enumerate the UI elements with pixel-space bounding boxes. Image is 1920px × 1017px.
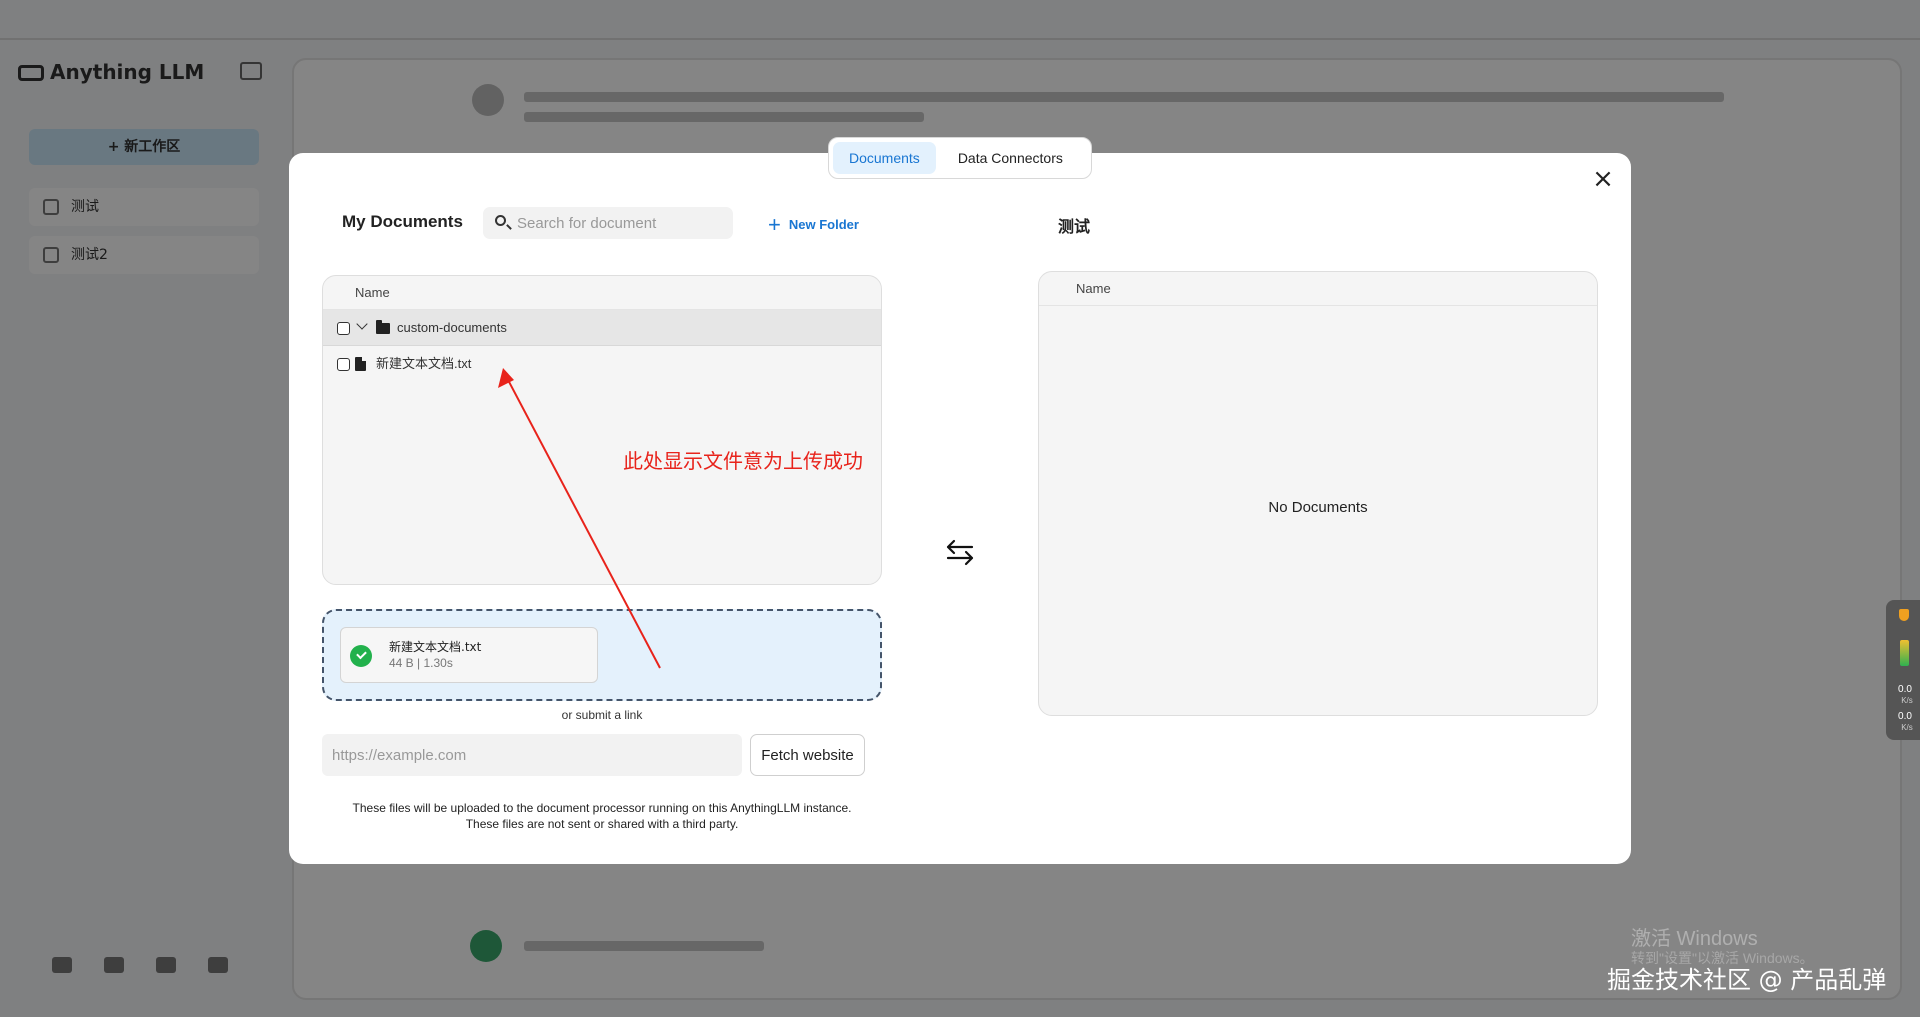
plus-icon: + xyxy=(768,212,781,237)
row-checkbox[interactable] xyxy=(337,358,350,371)
url-input[interactable] xyxy=(322,734,742,776)
disclaimer-line: These files are not sent or shared with … xyxy=(465,817,739,831)
empty-state: No Documents xyxy=(1268,499,1368,516)
workspace-documents-table: Name No Documents xyxy=(1038,271,1598,716)
chevron-down-icon[interactable] xyxy=(356,318,368,330)
file-label: 新建文本文档.txt xyxy=(376,356,472,371)
modal-tabs: Documents Data Connectors xyxy=(828,137,1092,179)
my-documents-title: My Documents xyxy=(342,212,463,231)
submit-link-label: or submit a link xyxy=(561,708,643,722)
folder-icon xyxy=(376,320,390,334)
move-arrows-icon[interactable] xyxy=(944,536,976,568)
uploaded-file-name: 新建文本文档.txt xyxy=(389,640,482,654)
shield-icon xyxy=(1899,609,1909,621)
workspace-title: 测试 xyxy=(1058,217,1091,236)
search-input[interactable] xyxy=(517,207,727,239)
new-folder-button[interactable]: + New Folder xyxy=(768,212,859,238)
net-down-value: 0.0 xyxy=(1898,711,1912,722)
my-documents-table: Name custom-documents 新建文本文档.txt xyxy=(322,275,882,585)
windows-watermark: 激活 Windows xyxy=(1631,928,1758,950)
close-icon[interactable]: × xyxy=(1590,166,1616,192)
net-up-value: 0.0 xyxy=(1898,684,1912,695)
meter-bar xyxy=(1900,640,1909,666)
file-icon xyxy=(355,357,366,371)
document-search xyxy=(483,207,733,239)
disclaimer-line: These files will be uploaded to the docu… xyxy=(352,801,852,815)
network-speed-widget[interactable]: 0.0 K/s 0.0 K/s xyxy=(1886,600,1920,740)
folder-label: custom-documents xyxy=(397,320,507,335)
upload-disclaimer: These files will be uploaded to the docu… xyxy=(322,800,882,832)
column-header-name: Name xyxy=(323,276,881,310)
column-header-name: Name xyxy=(1039,272,1597,306)
check-circle-icon xyxy=(350,645,372,667)
search-icon xyxy=(495,215,506,226)
uploaded-file-meta: 44 B | 1.30s xyxy=(389,656,453,670)
net-down-unit: K/s xyxy=(1901,723,1913,732)
fetch-website-button[interactable]: Fetch website xyxy=(750,734,865,776)
uploaded-file-card: 新建文本文档.txt 44 B | 1.30s xyxy=(340,627,598,683)
row-checkbox[interactable] xyxy=(337,322,350,335)
tab-data-connectors[interactable]: Data Connectors xyxy=(942,142,1079,174)
tab-documents[interactable]: Documents xyxy=(833,142,936,174)
file-row[interactable]: 新建文本文档.txt xyxy=(323,346,881,382)
folder-row[interactable]: custom-documents xyxy=(323,310,881,346)
credit-watermark: 掘金技术社区 @ 产品乱弹 xyxy=(1607,966,1887,994)
annotation-text: 此处显示文件意为上传成功 xyxy=(623,449,863,473)
net-up-unit: K/s xyxy=(1901,696,1913,705)
new-folder-label: New Folder xyxy=(788,217,859,232)
